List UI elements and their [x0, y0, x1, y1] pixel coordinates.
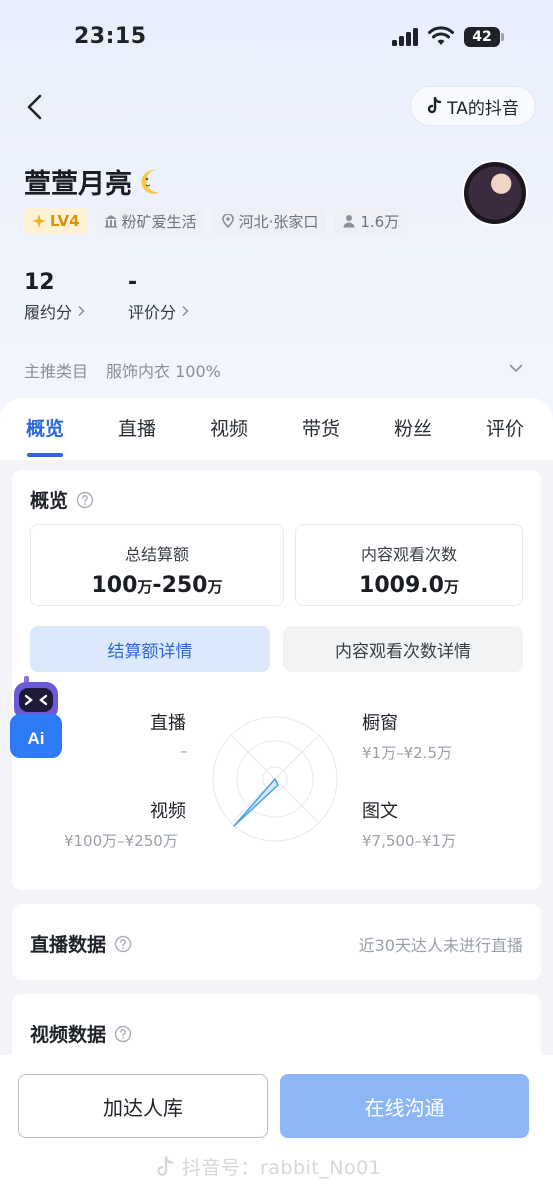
- online-chat-button[interactable]: 在线沟通: [280, 1074, 529, 1138]
- live-data-title: 直播数据: [30, 934, 107, 956]
- main-category-row[interactable]: 主推类目 服饰内衣 100%: [24, 358, 524, 382]
- tab-fans[interactable]: 粉丝: [394, 414, 432, 441]
- category-label: 主推类目: [24, 362, 89, 381]
- profile-stats: 12 履约分 - 评价分: [24, 270, 190, 323]
- metric-content-views-label: 内容观看次数: [360, 545, 457, 564]
- radar-video-value: ¥100万–¥250万: [64, 832, 178, 850]
- stat-fulfillment-label: 履约分: [24, 303, 73, 322]
- back-arrow-icon[interactable]: [22, 92, 50, 122]
- revenue-radar-chart: [212, 716, 338, 842]
- tag-followers-label: 1.6万: [360, 212, 400, 231]
- active-tab-indicator: [27, 453, 63, 457]
- tag-location-label: 河北·张家口: [238, 212, 319, 231]
- tab-video[interactable]: 视频: [210, 414, 248, 441]
- ai-assistant-robot-icon[interactable]: Ai: [6, 676, 66, 760]
- tab-reviews[interactable]: 评价: [486, 414, 524, 441]
- avatar[interactable]: [462, 160, 528, 226]
- tab-sales[interactable]: 带货: [302, 414, 340, 441]
- level-label: LV4: [50, 212, 80, 230]
- stat-fulfillment[interactable]: 12 履约分: [24, 270, 86, 323]
- live-data-note: 近30天达人未进行直播: [358, 936, 523, 955]
- metric-total-settlement-value: 100万-250万: [91, 573, 223, 598]
- stat-fulfillment-value: 12: [24, 270, 55, 295]
- radar-live-value: –: [180, 742, 188, 760]
- radar-video-label: 视频: [150, 801, 186, 822]
- cellular-signal-icon: [392, 28, 418, 46]
- radar-live-label: 直播: [150, 713, 186, 734]
- status-bar: 23:15 42: [0, 0, 553, 76]
- chevron-right-icon: [78, 305, 85, 317]
- tab-overview[interactable]: 概览: [26, 414, 64, 441]
- profile-name-row: 萱萱月亮: [24, 162, 164, 201]
- live-data-title-row: 直播数据: [30, 930, 132, 957]
- ta-douyin-label: TA的抖音: [447, 98, 519, 119]
- tag-fan-group-label: 粉矿爱生活: [121, 212, 197, 231]
- watermark: 抖音号：rabbit_No01: [156, 1153, 381, 1180]
- douyin-watermark-icon: [157, 1155, 174, 1176]
- status-time: 23:15: [74, 24, 147, 49]
- help-icon[interactable]: [114, 1025, 132, 1043]
- location-pin-icon: [221, 214, 234, 228]
- overview-title-row: 概览: [30, 486, 94, 513]
- tag-followers: 1.6万: [334, 208, 408, 234]
- ta-douyin-button[interactable]: TA的抖音: [410, 86, 536, 126]
- radar-text-value: ¥7,500–¥1万: [362, 832, 457, 850]
- douyin-logo-icon: [427, 97, 442, 114]
- crescent-moon-icon: [141, 169, 160, 194]
- settlement-details-toggle[interactable]: 结算额详情: [30, 626, 270, 672]
- profile-name: 萱萱月亮: [24, 169, 132, 200]
- wifi-icon: [428, 26, 454, 45]
- profile-tags: LV4 粉矿爱生活 河北·张家口 1.6万: [24, 208, 408, 234]
- help-icon[interactable]: [76, 491, 94, 509]
- battery-tip: [501, 33, 504, 41]
- radar-text-label: 图文: [362, 801, 398, 822]
- person-icon: [343, 215, 355, 228]
- chevron-down-icon[interactable]: [508, 362, 524, 374]
- video-data-title: 视频数据: [30, 1024, 107, 1046]
- overview-title: 概览: [30, 490, 69, 512]
- views-details-toggle[interactable]: 内容观看次数详情: [283, 626, 523, 672]
- watermark-text: 抖音号：rabbit_No01: [182, 1157, 382, 1179]
- sparkle-icon: [32, 214, 46, 228]
- video-data-title-row: 视频数据: [30, 1020, 132, 1047]
- radar-window-value: ¥1万–¥2.5万: [362, 744, 452, 762]
- ai-label: Ai: [28, 729, 45, 748]
- help-icon[interactable]: [114, 935, 132, 953]
- metric-total-settlement-label: 总结算额: [124, 545, 189, 564]
- radar-window-label: 橱窗: [362, 713, 398, 734]
- battery-level: 42: [464, 27, 500, 47]
- level-badge: LV4: [24, 208, 88, 234]
- tag-fan-group: 粉矿爱生活: [95, 208, 205, 234]
- metric-content-views-value: 1009.0万: [359, 573, 459, 598]
- stat-rating-label: 评价分: [128, 303, 177, 322]
- chevron-right-icon: [182, 305, 189, 317]
- tab-live[interactable]: 直播: [118, 414, 156, 441]
- stat-rating[interactable]: - 评价分: [128, 270, 190, 323]
- category-value: 服饰内衣 100%: [106, 362, 221, 381]
- metric-total-settlement: 总结算额 100万-250万: [30, 524, 284, 606]
- tab-bar: [0, 398, 553, 460]
- radar-video-area: [233, 778, 279, 827]
- add-to-library-button[interactable]: 加达人库: [18, 1074, 268, 1138]
- tag-location: 河北·张家口: [212, 208, 327, 234]
- building-icon: [104, 215, 117, 228]
- stat-rating-value: -: [128, 270, 138, 295]
- metric-content-views: 内容观看次数 1009.0万: [295, 524, 523, 606]
- battery-icon: 42: [464, 27, 504, 47]
